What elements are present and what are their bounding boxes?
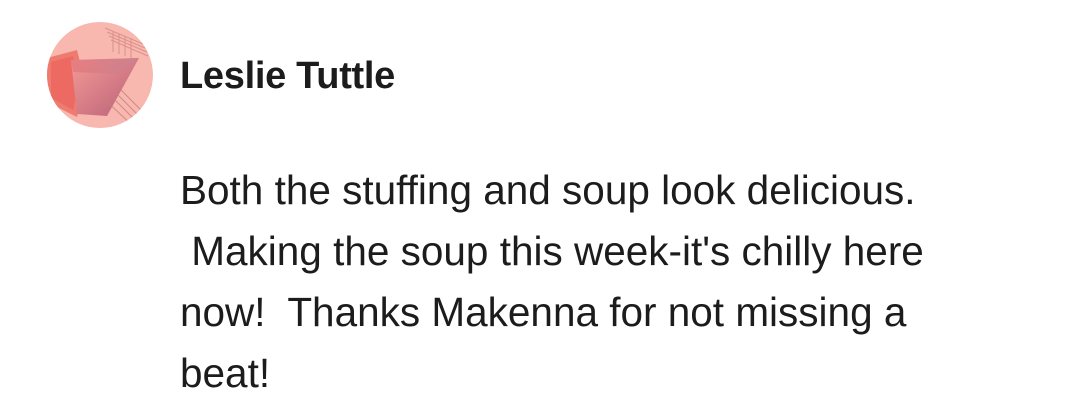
author-name[interactable]: Leslie Tuttle [180,52,395,100]
comment-body: Both the stuffing and soup look deliciou… [180,167,924,396]
comment: Leslie Tuttle Both the stuffing and soup… [0,0,1078,417]
geometric-avatar-icon [47,22,153,128]
avatar[interactable] [47,22,153,128]
